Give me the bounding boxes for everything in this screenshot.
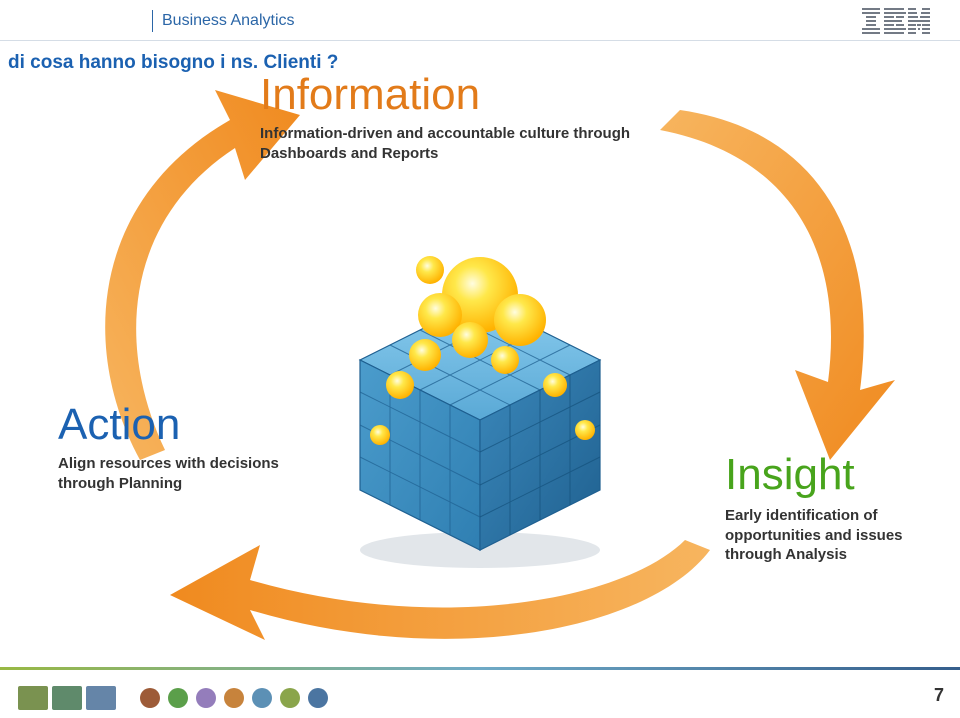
information-title: Information bbox=[260, 70, 690, 120]
insight-title: Insight bbox=[725, 450, 945, 500]
footer: 7 bbox=[0, 664, 960, 718]
data-cube-icon bbox=[330, 240, 630, 570]
ibm-logo-icon bbox=[862, 8, 930, 39]
action-description: Align resources with decisions through P… bbox=[58, 454, 288, 493]
header-line bbox=[0, 40, 960, 41]
header-divider bbox=[152, 10, 153, 32]
header: Business Analytics bbox=[0, 0, 960, 40]
brand-label: Business Analytics bbox=[162, 12, 295, 30]
arrow-info-to-insight-icon bbox=[660, 100, 900, 460]
footer-thumbnails bbox=[18, 686, 116, 710]
information-description: Information-driven and accountable cultu… bbox=[260, 124, 690, 163]
footer-line bbox=[0, 667, 960, 670]
action-title: Action bbox=[58, 400, 288, 450]
insight-block: Insight Early identification of opportun… bbox=[725, 450, 945, 565]
footer-dots-icon bbox=[140, 688, 328, 708]
insight-description: Early identification of opportunities an… bbox=[725, 506, 945, 565]
information-block: Information Information-driven and accou… bbox=[260, 70, 690, 163]
page-number: 7 bbox=[934, 685, 944, 706]
action-block: Action Align resources with decisions th… bbox=[58, 400, 288, 493]
cycle-diagram: Information Information-driven and accou… bbox=[0, 60, 960, 640]
